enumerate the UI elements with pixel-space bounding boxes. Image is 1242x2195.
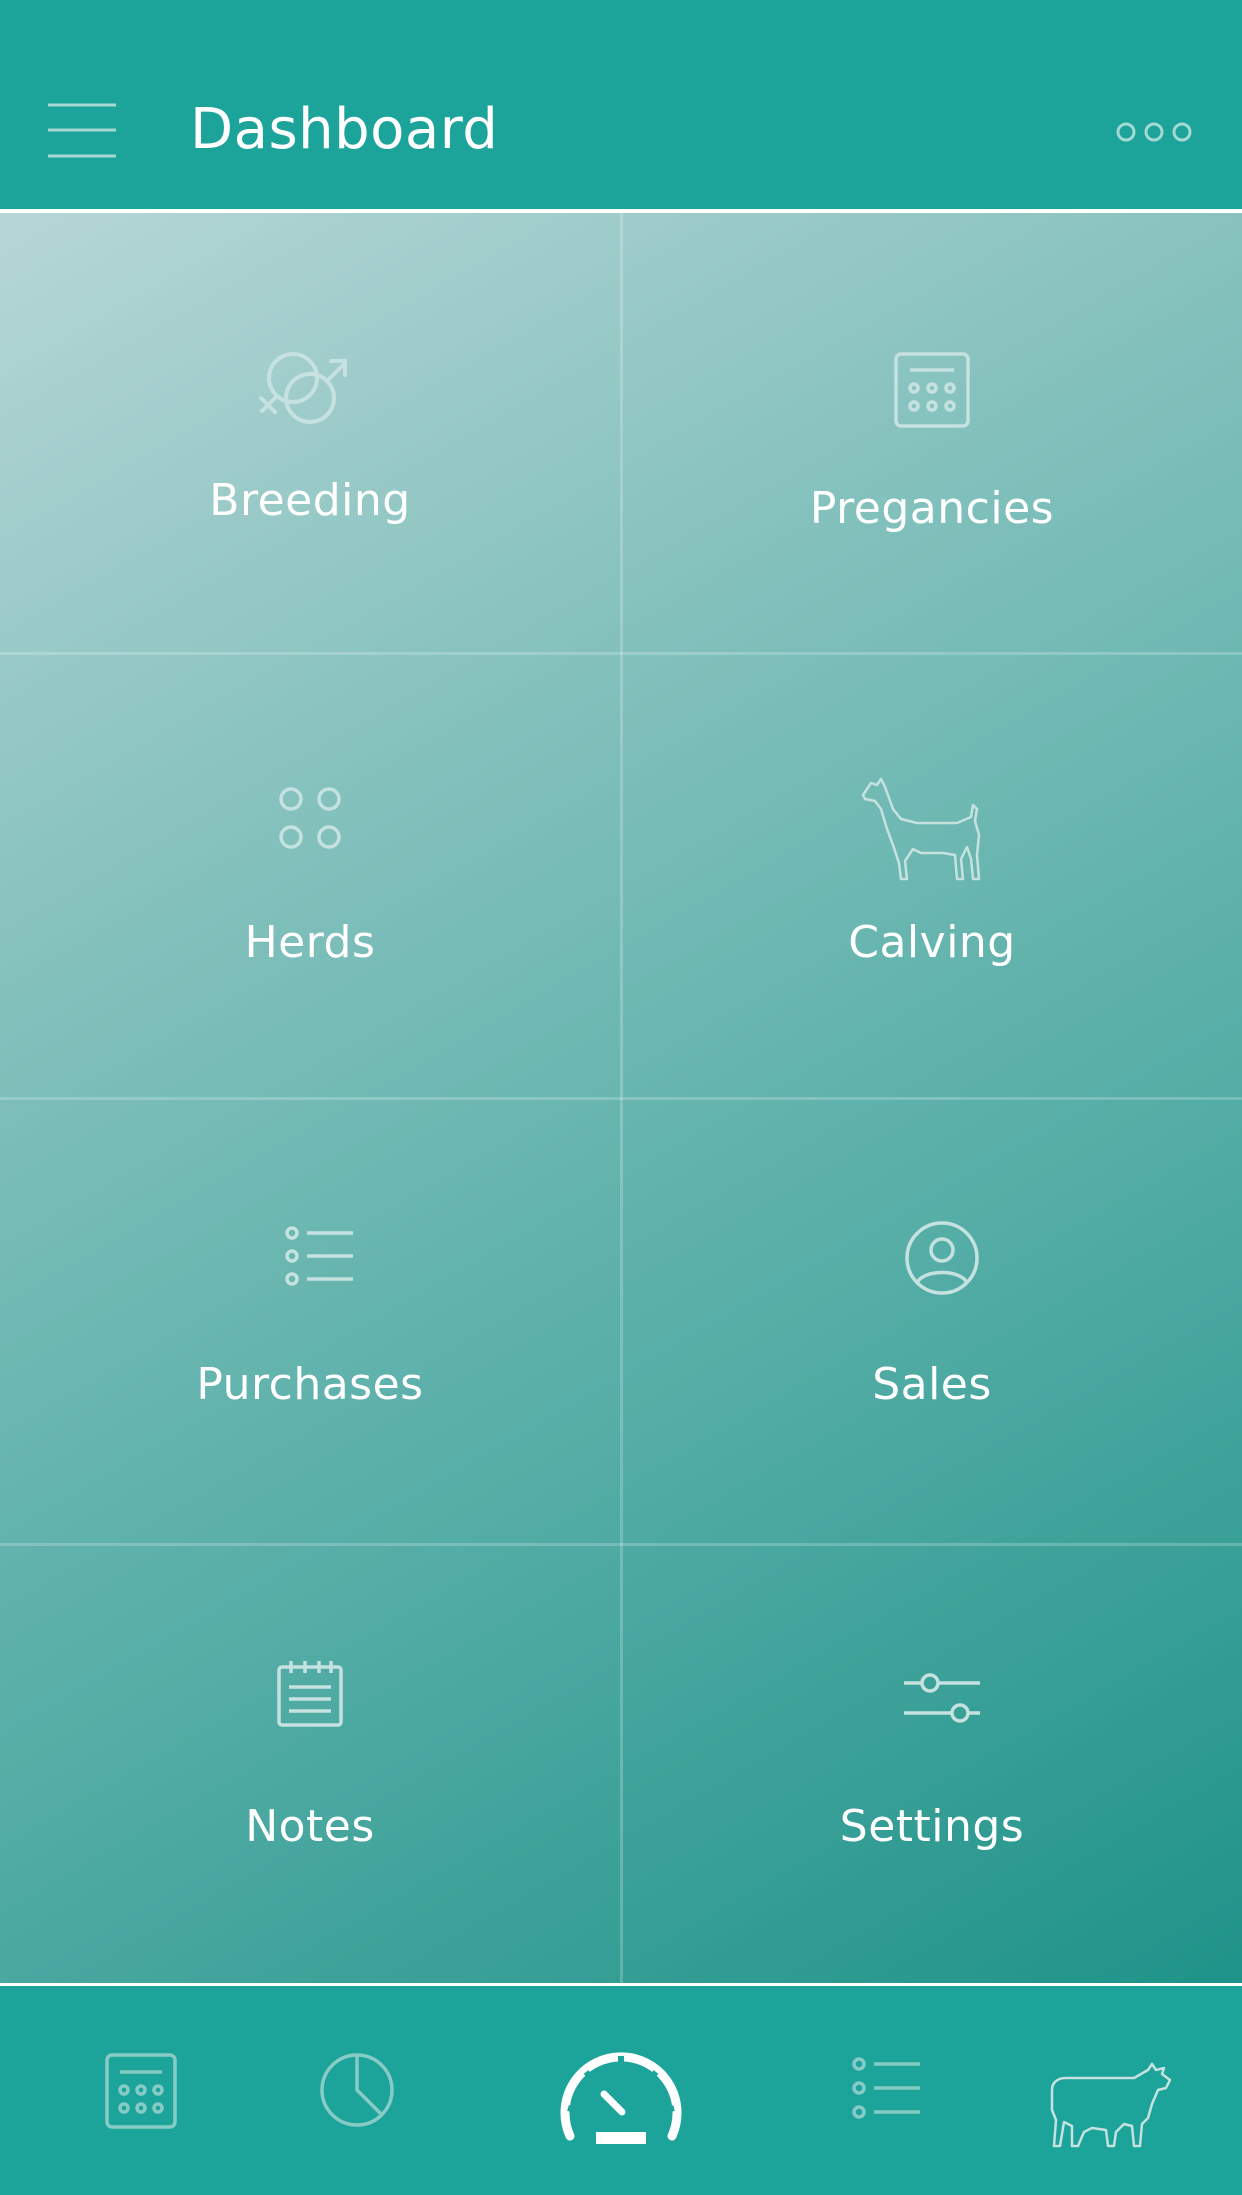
- grid-divider-horizontal: [0, 1097, 1242, 1100]
- four-circles-icon: [279, 787, 341, 849]
- tile-calving[interactable]: Calving: [622, 655, 1242, 1097]
- tile-label: Settings: [839, 1801, 1025, 1852]
- tile-label: Purchases: [196, 1359, 424, 1410]
- page-title: Dashboard: [190, 97, 499, 162]
- tile-label: Sales: [872, 1359, 992, 1410]
- speedometer-icon: [560, 2052, 682, 2144]
- cow-icon: [1050, 2062, 1172, 2148]
- calf-icon: [861, 777, 981, 881]
- app-root: Dashboard Breeding Pregancies Herds Calv…: [0, 0, 1242, 2195]
- grid-divider-horizontal: [0, 1543, 1242, 1546]
- tile-label: Herds: [244, 917, 376, 968]
- list-icon: [285, 1226, 353, 1286]
- more-dots-icon: [1116, 122, 1192, 142]
- calendar-icon: [894, 352, 970, 428]
- tile-label: Calving: [848, 917, 1016, 968]
- hamburger-menu-button[interactable]: [44, 100, 120, 160]
- gender-symbols-icon: [259, 352, 347, 424]
- tile-sales[interactable]: Sales: [622, 1097, 1242, 1539]
- tile-herds[interactable]: Herds: [0, 655, 620, 1097]
- tile-settings[interactable]: Settings: [622, 1539, 1242, 1981]
- tile-label: Notes: [245, 1801, 375, 1852]
- dashboard-grid: Breeding Pregancies Herds Calving Purcha…: [0, 213, 1242, 1983]
- list-icon: [852, 2057, 920, 2119]
- bottom-navigation: [0, 1986, 1242, 2195]
- tile-label: Breeding: [209, 475, 411, 526]
- more-options-button[interactable]: [1112, 118, 1196, 146]
- tile-breeding[interactable]: Breeding: [0, 213, 620, 655]
- tile-purchases[interactable]: Purchases: [0, 1097, 620, 1539]
- hamburger-menu-icon: [48, 103, 116, 158]
- tile-notes[interactable]: Notes: [0, 1539, 620, 1981]
- calendar-icon: [105, 2053, 177, 2129]
- nav-calendar-button[interactable]: [104, 2052, 178, 2134]
- tile-pregnancies[interactable]: Pregancies: [622, 213, 1242, 655]
- pie-chart-icon: [320, 2053, 394, 2127]
- tile-label: Pregancies: [809, 483, 1055, 534]
- nav-animals-button[interactable]: [1048, 2062, 1174, 2156]
- nav-reports-button[interactable]: [318, 2050, 396, 2134]
- notepad-icon: [277, 1661, 343, 1727]
- top-app-bar: Dashboard: [0, 0, 1242, 210]
- grid-divider-horizontal: [0, 652, 1242, 655]
- sliders-icon: [904, 1673, 980, 1723]
- nav-list-button[interactable]: [852, 2056, 922, 2124]
- nav-dashboard-button[interactable]: [556, 2050, 686, 2150]
- user-circle-icon: [905, 1221, 979, 1295]
